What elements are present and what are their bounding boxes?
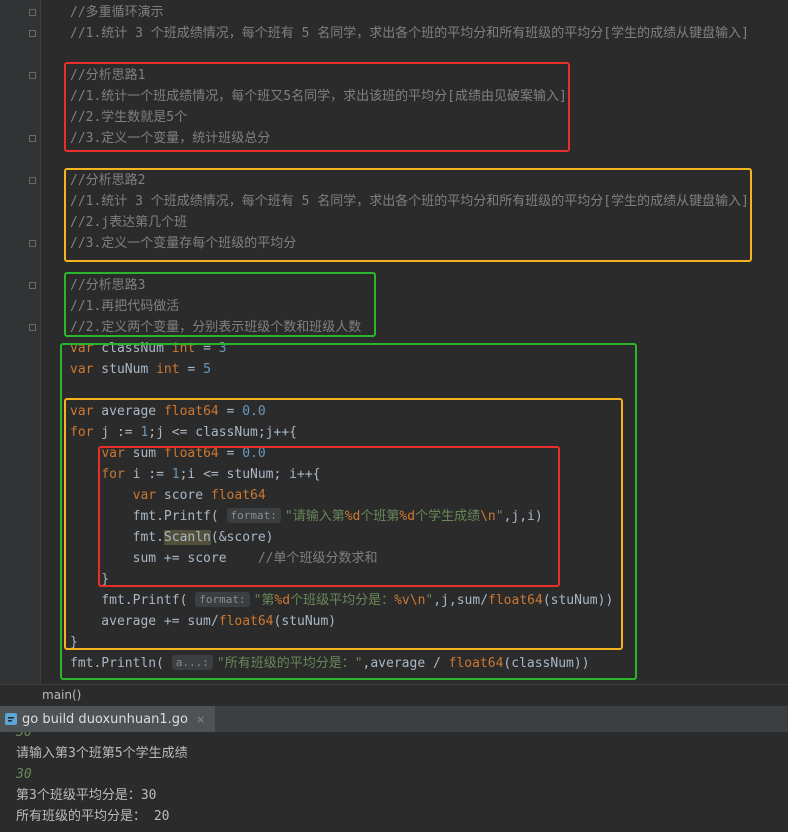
console-output-line: 请输入第3个班第5个学生成绩	[16, 746, 188, 761]
code-line[interactable]: //1.再把代码做活	[70, 296, 179, 317]
run-tab[interactable]: go build duoxunhuan1.go ×	[0, 706, 216, 732]
breadcrumb-bar: main()	[0, 684, 788, 707]
code-line[interactable]: }	[70, 569, 109, 590]
code-line[interactable]: //分析思路1	[70, 65, 145, 86]
console-input-line: 30	[16, 732, 32, 740]
run-tab-label: go build duoxunhuan1.go	[22, 711, 188, 727]
fold-marker-icon[interactable]	[29, 282, 36, 289]
fold-marker-icon[interactable]	[29, 72, 36, 79]
fold-marker-icon[interactable]	[29, 30, 36, 37]
fold-marker-icon[interactable]	[29, 177, 36, 184]
run-console-output[interactable]: 30 请输入第3个班第5个学生成绩 30 第3个班级平均分是：30 所有班级的平均分是：…	[0, 732, 788, 832]
code-line[interactable]: //3.定义一个变量存每个班级的平均分	[70, 233, 296, 254]
code-line[interactable]: fmt.Printf( format: "第%d个班级平均分是：%v\n",j,s…	[70, 590, 613, 611]
code-line[interactable]: for i := 1;i <= stuNum; i++{	[70, 464, 320, 485]
code-line[interactable]: //多重循环演示	[70, 2, 164, 23]
console-output-line: 第3个班级平均分是：30	[16, 788, 157, 803]
code-line[interactable]: }	[70, 632, 78, 653]
code-line[interactable]: fmt.Println( a...: "所有班级的平均分是：",average /…	[70, 653, 590, 674]
code-line[interactable]: var stuNum int = 5	[70, 359, 211, 380]
code-line[interactable]: var score float64	[70, 485, 266, 506]
fold-marker-icon[interactable]	[29, 135, 36, 142]
run-tool-window-header: go build duoxunhuan1.go ×	[0, 706, 788, 733]
fold-marker-icon[interactable]	[29, 324, 36, 331]
code-line[interactable]: sum += score //单个班级分数求和	[70, 548, 378, 569]
code-line[interactable]: //分析思路2	[70, 170, 145, 191]
code-editor[interactable]: //多重循环演示//1.统计 3 个班成绩情况，每个班有 5 名同学，求出各个班…	[0, 0, 788, 684]
code-line[interactable]: //分析思路3	[70, 275, 145, 296]
breadcrumb-function[interactable]: main()	[42, 688, 81, 702]
code-line[interactable]: var average float64 = 0.0	[70, 401, 266, 422]
code-line[interactable]: //3.定义一个变量，统计班级总分	[70, 128, 270, 149]
code-line[interactable]: //2.定义两个变量，分别表示班级个数和班级人数	[70, 317, 361, 338]
code-line[interactable]: for j := 1;j <= classNum;j++{	[70, 422, 297, 443]
code-line[interactable]: //1.统计 3 个班成绩情况，每个班有 5 名同学，求出各个班的平均分和所有班…	[70, 23, 749, 44]
go-file-icon	[5, 713, 17, 725]
code-line[interactable]: average += sum/float64(stuNum)	[70, 611, 336, 632]
fold-marker-icon[interactable]	[29, 240, 36, 247]
code-line[interactable]: var sum float64 = 0.0	[70, 443, 265, 464]
code-line[interactable]: //1.统计 3 个班成绩情况，每个班有 5 名同学，求出各个班的平均分和所有班…	[70, 191, 749, 212]
code-line[interactable]: //2.j表达第几个班	[70, 212, 187, 233]
code-line[interactable]: //1.统计一个班成绩情况，每个班又5名同学，求出该班的平均分[成绩由见破案输入…	[70, 86, 567, 107]
fold-marker-icon[interactable]	[29, 9, 36, 16]
close-icon[interactable]: ×	[196, 713, 205, 726]
console-input-line: 30	[16, 767, 32, 782]
code-line[interactable]: fmt.Scanln(&score)	[70, 527, 274, 548]
editor-gutter[interactable]	[0, 0, 41, 684]
console-output-line: 所有班级的平均分是： 20	[16, 809, 170, 824]
code-line[interactable]: var classNum int = 3	[70, 338, 227, 359]
code-line[interactable]: fmt.Printf( format: "请输入第%d个班第%d个学生成绩\n",…	[70, 506, 543, 527]
code-line[interactable]: //2.学生数就是5个	[70, 107, 187, 128]
